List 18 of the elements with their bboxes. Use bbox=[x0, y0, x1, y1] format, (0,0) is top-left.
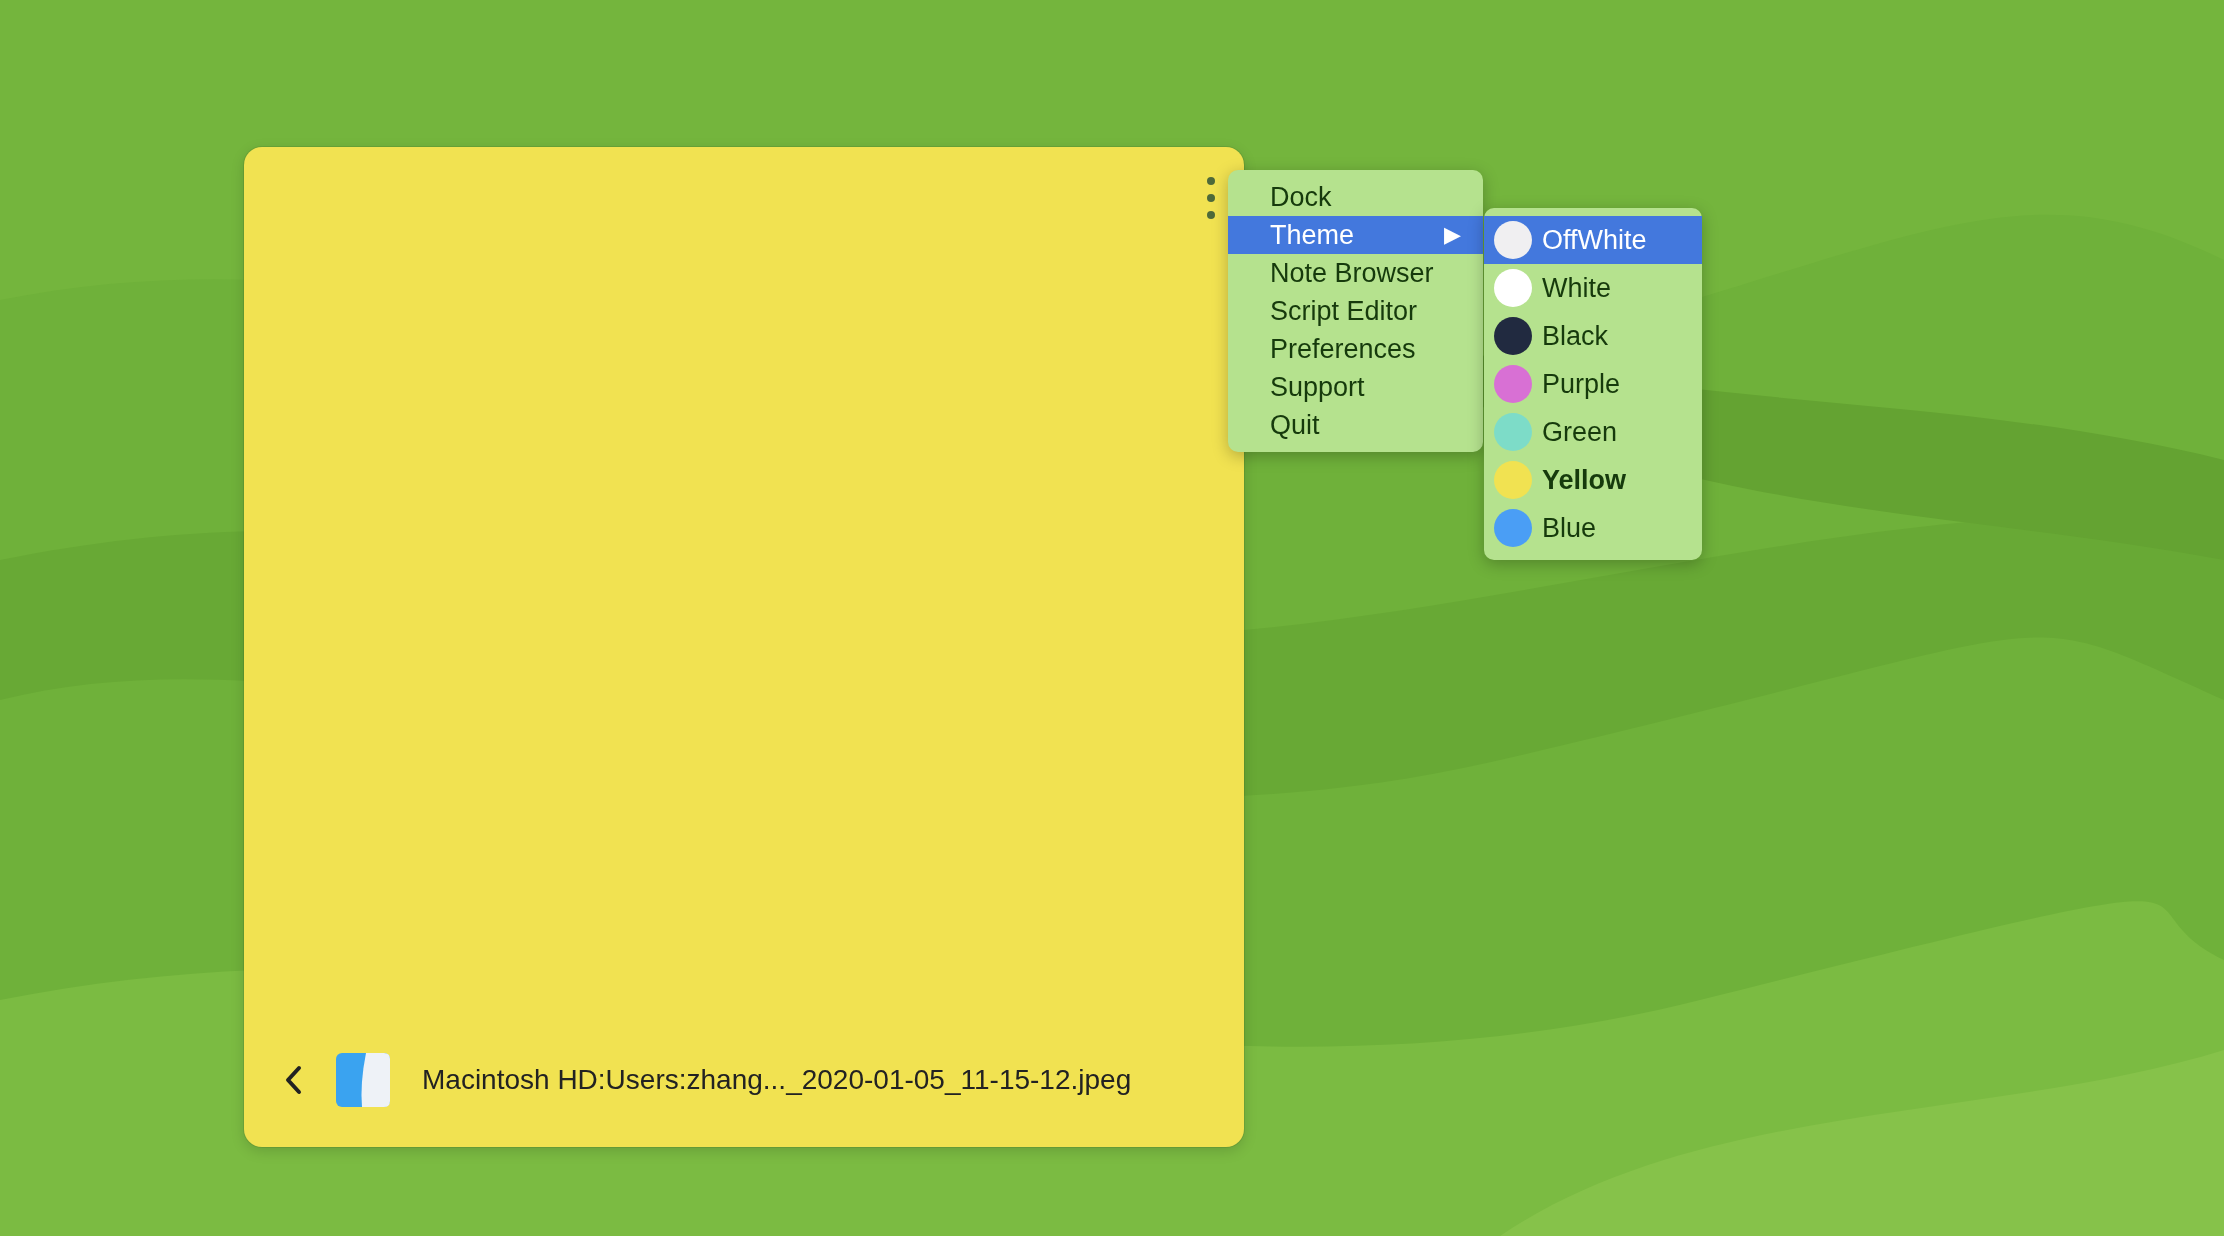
color-option[interactable]: Green bbox=[1484, 408, 1702, 456]
menu-item[interactable]: Note Browser bbox=[1228, 254, 1483, 292]
color-option[interactable]: OffWhite bbox=[1484, 216, 1702, 264]
menu-item[interactable]: Preferences bbox=[1228, 330, 1483, 368]
menu-item[interactable]: Dock bbox=[1228, 178, 1483, 216]
menu-item[interactable]: Quit bbox=[1228, 406, 1483, 444]
menu-item[interactable]: Support bbox=[1228, 368, 1483, 406]
back-chevron-icon[interactable] bbox=[284, 1065, 304, 1095]
more-icon[interactable] bbox=[1206, 176, 1216, 220]
color-option[interactable]: Yellow bbox=[1484, 456, 1702, 504]
color-option[interactable]: White bbox=[1484, 264, 1702, 312]
color-option[interactable]: Blue bbox=[1484, 504, 1702, 552]
menu-item[interactable]: Script Editor bbox=[1228, 292, 1483, 330]
color-option[interactable]: Purple bbox=[1484, 360, 1702, 408]
menu-item[interactable]: Theme ▶ bbox=[1228, 216, 1483, 254]
file-path: Macintosh HD:Users:zhang..._2020-01-05_11-15-12.jpeg bbox=[422, 1064, 1132, 1096]
color-option[interactable]: Black bbox=[1484, 312, 1702, 360]
app-icon bbox=[336, 1053, 390, 1107]
